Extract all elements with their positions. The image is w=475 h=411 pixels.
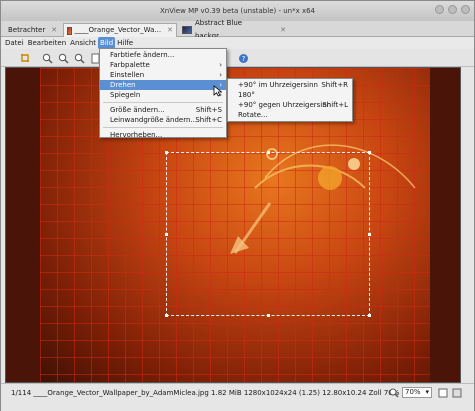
window-title: XnView MP v0.39 beta (unstable) - un*x x… bbox=[160, 7, 315, 15]
menu-item-spiegeln[interactable]: Spiegeln › bbox=[100, 90, 226, 100]
menu-item-label: Hervorheben... bbox=[110, 131, 163, 139]
zoom-fit-icon[interactable] bbox=[438, 388, 448, 398]
menu-ansicht[interactable]: Ansicht bbox=[68, 37, 98, 49]
menu-item-groesse[interactable]: Größe ändern... Shift+S bbox=[100, 105, 226, 115]
help-icon[interactable]: ? bbox=[237, 52, 249, 64]
menu-item-label: +90° gegen Uhrzeigersinn bbox=[238, 101, 332, 109]
tab-close-icon[interactable]: ✕ bbox=[167, 24, 173, 37]
selection-handle[interactable] bbox=[165, 314, 168, 317]
zoom-magnifier-icon[interactable] bbox=[389, 388, 399, 398]
tab-orange-wallpaper[interactable]: ____Orange_Vector_Wa... ✕ bbox=[63, 23, 177, 37]
status-text: 1/114 ____Orange_Vector_Wallpaper_by_Ada… bbox=[11, 389, 400, 397]
svg-text:?: ? bbox=[241, 55, 245, 63]
menu-item-einstellen[interactable]: Einstellen › bbox=[100, 70, 226, 80]
menu-item-leinwand[interactable]: Leinwandgröße ändern... Shift+C bbox=[100, 115, 226, 125]
menu-item-rotate-cw[interactable]: +90° im Uhrzeigersinn Shift+R bbox=[228, 80, 352, 90]
selection-handle[interactable] bbox=[165, 151, 168, 154]
chevron-right-icon: › bbox=[219, 61, 222, 69]
menu-separator bbox=[103, 127, 223, 128]
menu-item-label: +90° im Uhrzeigersinn bbox=[238, 81, 318, 89]
menu-item-drehen[interactable]: Drehen › bbox=[100, 80, 226, 90]
menu-bearbeiten[interactable]: Bearbeiten bbox=[26, 37, 68, 49]
tab-betrachter[interactable]: Betrachter ✕ bbox=[5, 23, 59, 37]
menu-item-label: Drehen bbox=[110, 81, 136, 89]
selection-handle[interactable] bbox=[368, 233, 371, 236]
tab-label: ____Orange_Vector_Wa... bbox=[74, 26, 162, 34]
menu-item-label: Farbtiefe ändern... bbox=[110, 51, 175, 59]
menu-item-label: Farbpalette bbox=[110, 61, 150, 69]
zoom-in-icon[interactable] bbox=[41, 52, 53, 64]
menu-item-farbpalette[interactable]: Farbpalette › bbox=[100, 60, 226, 70]
menu-item-farbtiefe[interactable]: Farbtiefe ändern... bbox=[100, 50, 226, 60]
menu-shortcut: Shift+S bbox=[195, 106, 222, 114]
menu-item-label: Leinwandgröße ändern... bbox=[110, 116, 198, 124]
fit-icon[interactable] bbox=[73, 52, 85, 64]
tab-close-icon[interactable]: ✕ bbox=[51, 24, 57, 37]
selection-handle[interactable] bbox=[267, 314, 270, 317]
menu-shortcut: Shift+R bbox=[321, 81, 348, 89]
menu-bar: Datei Bearbeiten Ansicht Bild Hilfe bbox=[1, 37, 474, 49]
window-close-icon[interactable] bbox=[461, 5, 470, 14]
menu-item-rotate-180[interactable]: 180° bbox=[228, 90, 352, 100]
menu-shortcut: Shift+C bbox=[195, 116, 222, 124]
zoom-original-icon[interactable] bbox=[452, 388, 462, 398]
menu-item-label: Einstellen bbox=[110, 71, 145, 79]
window-controls bbox=[435, 5, 470, 14]
menu-item-rotate-custom[interactable]: Rotate... bbox=[228, 110, 352, 120]
zoom-select[interactable]: 70% ▾ bbox=[402, 387, 432, 398]
menu-item-label: Rotate... bbox=[238, 111, 268, 119]
status-bar: 1/114 ____Orange_Vector_Wallpaper_by_Ada… bbox=[1, 383, 474, 411]
mouse-cursor-icon bbox=[213, 85, 222, 97]
menu-shortcut: Shift+L bbox=[322, 101, 348, 109]
menu-item-rotate-ccw[interactable]: +90° gegen Uhrzeigersinn Shift+L bbox=[228, 100, 352, 110]
menu-item-hervorheben[interactable]: Hervorheben... bbox=[100, 130, 226, 140]
menu-item-label: Spiegeln bbox=[110, 91, 141, 99]
crop-tool-icon[interactable] bbox=[19, 52, 31, 64]
tab-abstract-blue[interactable]: Abstract Blue backgr... ✕ bbox=[179, 19, 289, 40]
tab-label: Betrachter bbox=[8, 25, 46, 34]
menu-item-label: Größe ändern... bbox=[110, 106, 165, 114]
selection-rectangle[interactable] bbox=[165, 151, 371, 317]
tab-close-icon[interactable]: ✕ bbox=[280, 24, 286, 37]
menu-datei[interactable]: Datei bbox=[3, 37, 26, 49]
image-thumbnail-icon bbox=[67, 26, 72, 35]
selection-handle[interactable] bbox=[368, 151, 371, 154]
maximize-icon[interactable] bbox=[448, 5, 457, 14]
tab-bar: Betrachter ✕ ____Orange_Vector_Wa... ✕ A… bbox=[1, 19, 474, 40]
selection-handle[interactable] bbox=[368, 314, 371, 317]
image-menu: Farbtiefe ändern... Farbpalette › Einstel… bbox=[99, 48, 227, 140]
chevron-right-icon: › bbox=[219, 71, 222, 79]
zoom-out-icon[interactable] bbox=[57, 52, 69, 64]
selection-handle[interactable] bbox=[165, 233, 168, 236]
zoom-value: 70% bbox=[405, 388, 421, 396]
app-window: XnView MP v0.39 beta (unstable) - un*x x… bbox=[0, 0, 475, 411]
toolbar: ? bbox=[1, 49, 474, 67]
image-thumbnail-icon bbox=[182, 26, 192, 34]
minimize-icon[interactable] bbox=[435, 5, 444, 14]
chevron-down-icon: ▾ bbox=[425, 388, 429, 396]
menu-separator bbox=[103, 102, 223, 103]
menu-item-label: 180° bbox=[238, 91, 255, 99]
selection-handle[interactable] bbox=[267, 151, 270, 154]
rotate-submenu: +90° im Uhrzeigersinn Shift+R 180° +90° g… bbox=[227, 78, 353, 122]
